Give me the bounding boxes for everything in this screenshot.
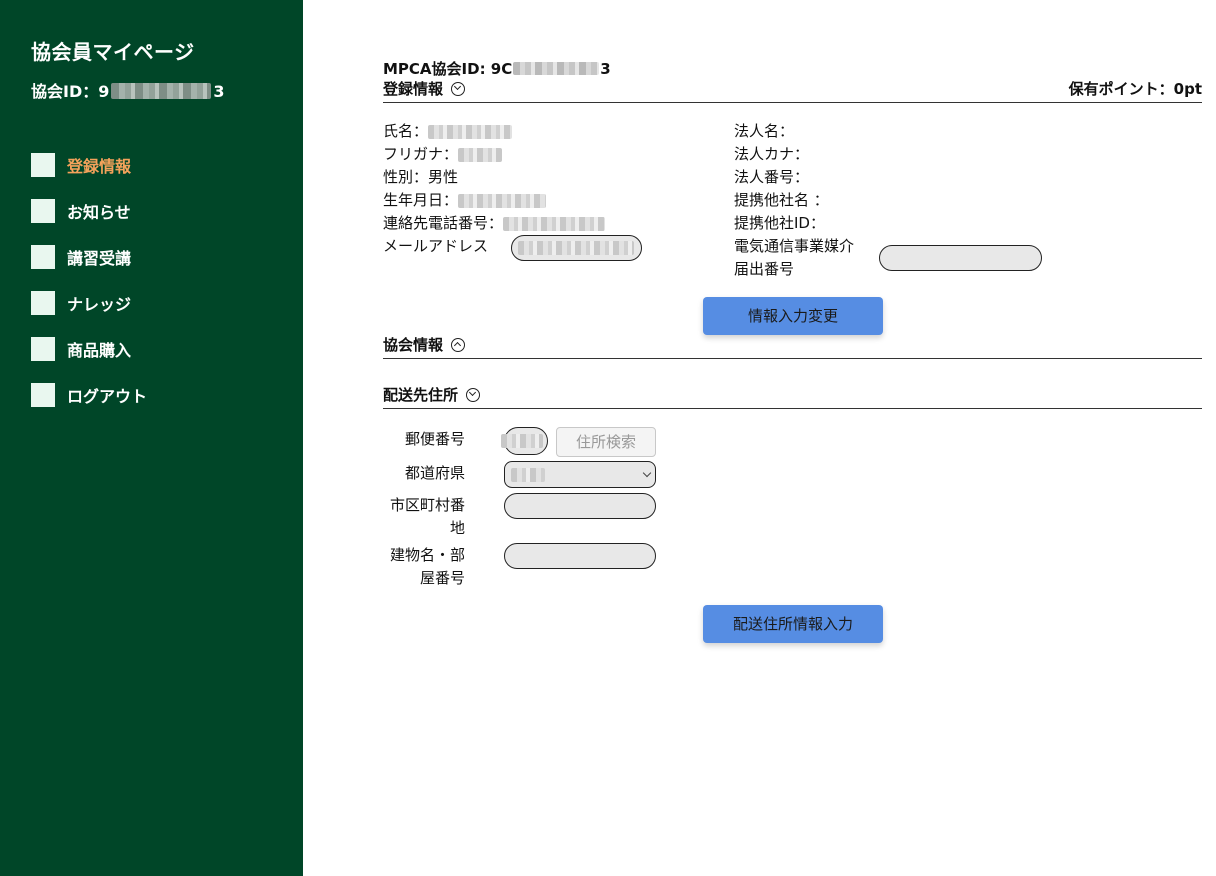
nav-square-icon xyxy=(31,337,55,361)
redacted-postal xyxy=(501,434,543,448)
mpca-id-prefix: MPCA協会ID: 9C xyxy=(383,60,513,78)
redacted-kana xyxy=(458,147,503,162)
corp-kana-label: 法人カナ： xyxy=(734,145,810,163)
city-label: 市区町村番 地 xyxy=(375,494,465,540)
telecom-label-line1: 電気通信事業媒介 xyxy=(734,237,855,255)
member-id-suffix: 3 xyxy=(213,82,225,101)
city-label-line2: 地 xyxy=(449,519,465,537)
sidebar-item-registration[interactable]: 登録情報 xyxy=(31,153,291,177)
chevron-circle-down-icon[interactable] xyxy=(451,81,466,96)
redacted-member-id xyxy=(111,83,212,99)
sidebar-item-label: 登録情報 xyxy=(67,157,132,176)
city-field[interactable] xyxy=(504,493,656,519)
registration-heading: 登録情報 xyxy=(383,80,444,98)
birthdate-label: 生年月日： xyxy=(383,191,459,209)
sidebar-item-label: ナレッジ xyxy=(67,295,132,314)
redacted-name xyxy=(428,124,513,139)
telecom-number-field[interactable] xyxy=(879,245,1042,271)
sidebar-item-label: 講習受講 xyxy=(67,249,132,268)
sidebar-member-id: 協会ID：9 3 xyxy=(31,78,225,102)
chevron-circle-down-icon[interactable] xyxy=(466,387,481,402)
member-id-prefix: 協会ID：9 xyxy=(31,82,110,101)
nav-square-icon xyxy=(31,245,55,269)
sidebar-item-label: 商品購入 xyxy=(67,341,132,360)
sidebar-item-purchase[interactable]: 商品購入 xyxy=(31,337,291,361)
sidebar-nav: 登録情報 お知らせ 講習受講 ナレッジ 商品購入 ログアウト xyxy=(31,153,291,429)
building-label-line1: 建物名・部 xyxy=(389,546,465,564)
redacted-birthdate xyxy=(458,193,547,208)
sidebar-item-logout[interactable]: ログアウト xyxy=(31,383,291,407)
delivery-section-header[interactable]: 配送先住所 xyxy=(383,384,1202,409)
redacted-phone xyxy=(503,216,606,231)
sidebar-item-knowledge[interactable]: ナレッジ xyxy=(31,291,291,315)
mpca-id: MPCA協会ID: 9C 3 xyxy=(383,58,611,79)
edit-info-button[interactable]: 情報入力変更 xyxy=(703,297,883,335)
name-field: 氏名： xyxy=(383,120,513,143)
postal-code-field[interactable] xyxy=(501,427,548,455)
corp-name-label: 法人名： xyxy=(734,122,795,140)
delivery-heading: 配送先住所 xyxy=(383,386,459,404)
gender-field: 性別：男性 xyxy=(383,168,459,186)
email-field[interactable] xyxy=(511,235,642,261)
birthdate-field: 生年月日： xyxy=(383,189,547,212)
building-label-line2: 屋番号 xyxy=(419,569,465,587)
prefecture-label: 都道府県 xyxy=(404,464,465,482)
telecom-number-label: 電気通信事業媒介 届出番号 xyxy=(734,235,854,281)
telecom-label-line2: 届出番号 xyxy=(734,260,795,278)
association-section-header[interactable]: 協会情報 xyxy=(383,334,1202,359)
name-label: 氏名： xyxy=(383,122,429,140)
building-label: 建物名・部 屋番号 xyxy=(375,544,465,590)
prefecture-select[interactable] xyxy=(504,461,656,488)
select-chevron-icon xyxy=(642,468,652,478)
mpca-id-suffix: 3 xyxy=(600,60,611,78)
sidebar-item-label: ログアウト xyxy=(67,387,148,406)
nav-square-icon xyxy=(31,153,55,177)
redacted-prefecture xyxy=(511,468,545,482)
phone-label: 連絡先電話番号： xyxy=(383,214,504,232)
corp-number-label: 法人番号： xyxy=(734,168,810,186)
partner-id-label: 提携他社ID： xyxy=(734,214,825,232)
kana-label: フリガナ： xyxy=(383,145,459,163)
sidebar-item-news[interactable]: お知らせ xyxy=(31,199,291,223)
nav-square-icon xyxy=(31,291,55,315)
redacted-email xyxy=(518,241,634,255)
building-field[interactable] xyxy=(504,543,656,569)
sidebar-title: 協会員マイページ xyxy=(31,40,195,64)
address-search-button[interactable]: 住所検索 xyxy=(556,427,656,457)
phone-field: 連絡先電話番号： xyxy=(383,212,606,235)
registration-section-header[interactable]: 登録情報 保有ポイント：0pt xyxy=(383,78,1202,103)
points-balance: 保有ポイント：0pt xyxy=(1068,80,1202,98)
association-heading: 協会情報 xyxy=(383,336,444,354)
delivery-submit-button[interactable]: 配送住所情報入力 xyxy=(703,605,883,643)
city-label-line1: 市区町村番 xyxy=(389,496,465,514)
kana-field: フリガナ： xyxy=(383,143,503,166)
sidebar: 協会員マイページ 協会ID：9 3 登録情報 お知らせ 講習受講 ナレッジ 商品購… xyxy=(0,0,303,876)
chevron-circle-up-icon[interactable] xyxy=(451,337,466,352)
sidebar-item-courses[interactable]: 講習受講 xyxy=(31,245,291,269)
sidebar-item-label: お知らせ xyxy=(67,203,131,222)
email-label: メールアドレス xyxy=(383,237,489,255)
redacted-mpca-id xyxy=(513,61,600,75)
nav-square-icon xyxy=(31,199,55,223)
postal-label: 郵便番号 xyxy=(404,430,465,448)
partner-name-label: 提携他社名 ： xyxy=(734,191,829,209)
nav-square-icon xyxy=(31,383,55,407)
